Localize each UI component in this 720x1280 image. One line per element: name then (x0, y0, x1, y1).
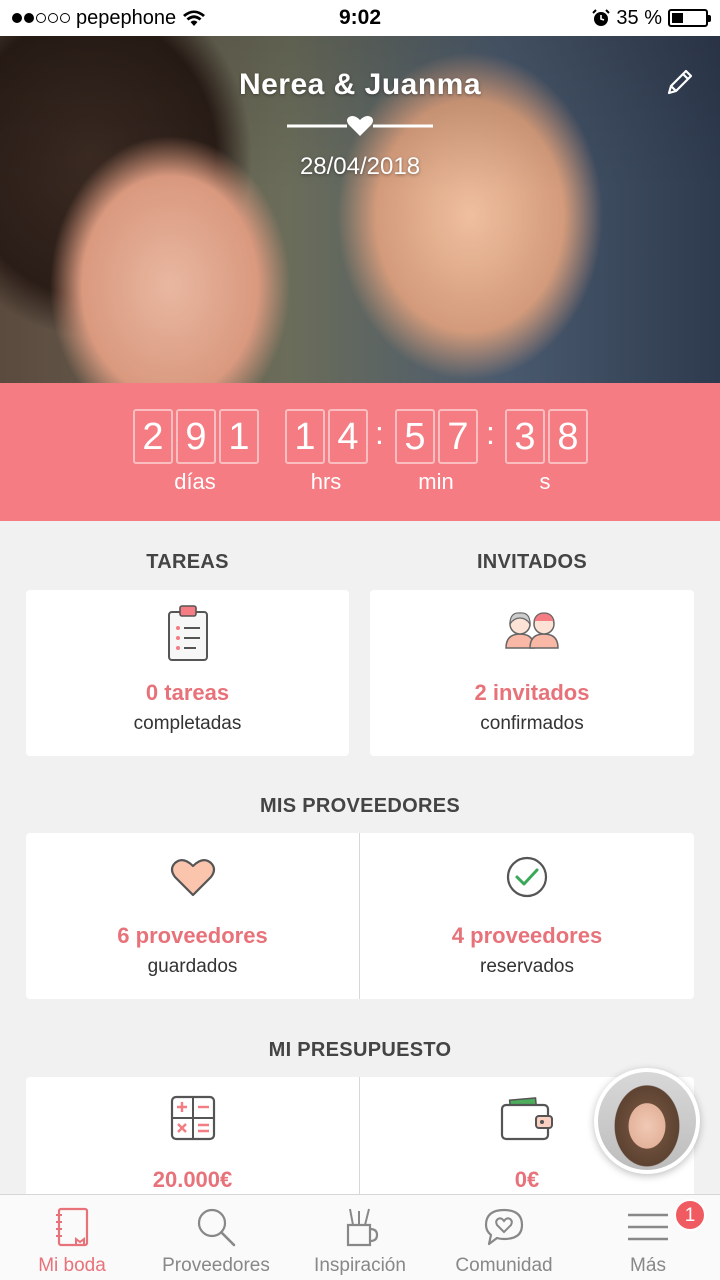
battery-percent: 35 % (616, 6, 662, 29)
seconds-digit: 3 (505, 409, 545, 464)
hours-digit: 1 (285, 409, 325, 464)
hours-digit: 4 (328, 409, 368, 464)
signal-strength-icon (12, 13, 70, 23)
wallet-icon (500, 1097, 553, 1141)
carrier-name: pepephone (76, 6, 177, 29)
tab-comunidad[interactable]: Comunidad (432, 1195, 576, 1280)
saved-vendors[interactable]: 6 proveedores guardados (26, 833, 359, 999)
tab-inspiracion[interactable]: Inspiración (288, 1195, 432, 1280)
clipboard-checklist-icon (167, 605, 208, 661)
minutes-digit: 5 (395, 409, 435, 464)
tasks-count: 0 tareas (145, 680, 230, 705)
notification-badge: 1 (674, 1199, 706, 1231)
seconds-digit: 8 (548, 409, 588, 464)
guests-subtitle: confirmados (480, 713, 584, 734)
tab-mas[interactable]: Más 1 (576, 1195, 720, 1280)
booked-vendors-count: 4 proveedores (451, 923, 603, 948)
hours-label: hrs (310, 469, 342, 494)
assistant-avatar[interactable] (594, 1068, 700, 1174)
couple-guests-icon (505, 612, 559, 649)
pencil-cup-icon (346, 1208, 379, 1247)
seconds-label: s (539, 469, 551, 494)
heart-icon (170, 859, 215, 897)
tab-label: Comunidad (455, 1255, 553, 1276)
avatar (598, 1072, 696, 1170)
pencil-icon[interactable] (664, 66, 696, 98)
minutes-digit: 7 (438, 409, 478, 464)
days-digit: 2 (133, 409, 173, 464)
minutes-label: min (418, 469, 454, 494)
status-time: 9:02 (338, 6, 382, 29)
days-digit: 1 (219, 409, 259, 464)
couple-names: Nerea & Juanma (238, 68, 482, 101)
booked-vendors-subtitle: reservados (480, 956, 574, 977)
tab-proveedores[interactable]: Proveedores (144, 1195, 288, 1280)
time-separator: : (375, 415, 384, 451)
tasks-card[interactable]: 0 tareas completadas (26, 590, 349, 756)
tab-label: Mi boda (38, 1255, 106, 1276)
calculator-icon (170, 1095, 215, 1141)
guests-title: INVITADOS (476, 551, 588, 573)
battery-icon (668, 9, 711, 27)
tasks-title: TAREAS (146, 551, 229, 573)
alarm-icon (592, 9, 611, 26)
saved-vendors-subtitle: guardados (147, 956, 238, 977)
guests-card[interactable]: 2 invitados confirmados (370, 590, 694, 756)
wifi-icon (183, 10, 206, 26)
days-label: días (174, 469, 216, 494)
status-bar: pepephone 9:02 35 % (0, 0, 720, 36)
menu-icon (628, 1213, 668, 1241)
couple-photo-header: Nerea & Juanma 28/04/2018 (0, 36, 720, 383)
budget-title: MI PRESUPUESTO (268, 1039, 452, 1061)
chat-heart-icon (484, 1208, 524, 1246)
tasks-subtitle: completadas (133, 713, 242, 734)
check-circle-icon (506, 856, 548, 898)
guests-count: 2 invitados (474, 680, 590, 705)
days-digit: 9 (176, 409, 216, 464)
vendors-title: MIS PROVEEDORES (259, 795, 461, 817)
heart-divider-icon (287, 116, 433, 136)
booked-vendors[interactable]: 4 proveedores reservados (360, 833, 694, 999)
estimated-budget-value: 20.000€ (152, 1167, 233, 1192)
tab-label: Inspiración (314, 1255, 406, 1276)
tab-label: Proveedores (162, 1255, 270, 1276)
tab-bar: Mi boda Proveedores Inspiración Comunida… (0, 1194, 720, 1280)
wedding-date: 28/04/2018 (299, 153, 421, 180)
search-icon (197, 1208, 236, 1247)
tab-mi-boda[interactable]: Mi boda (0, 1195, 144, 1280)
notebook-icon (56, 1207, 89, 1247)
tab-label: Más (630, 1255, 666, 1276)
time-separator: : (486, 415, 495, 451)
countdown-banner: 2 9 1 1 4 : 5 7 : 3 8 días hrs min s (0, 383, 720, 521)
vendors-card: 6 proveedores guardados 4 proveedores re… (26, 833, 694, 999)
saved-vendors-count: 6 proveedores (117, 923, 268, 948)
